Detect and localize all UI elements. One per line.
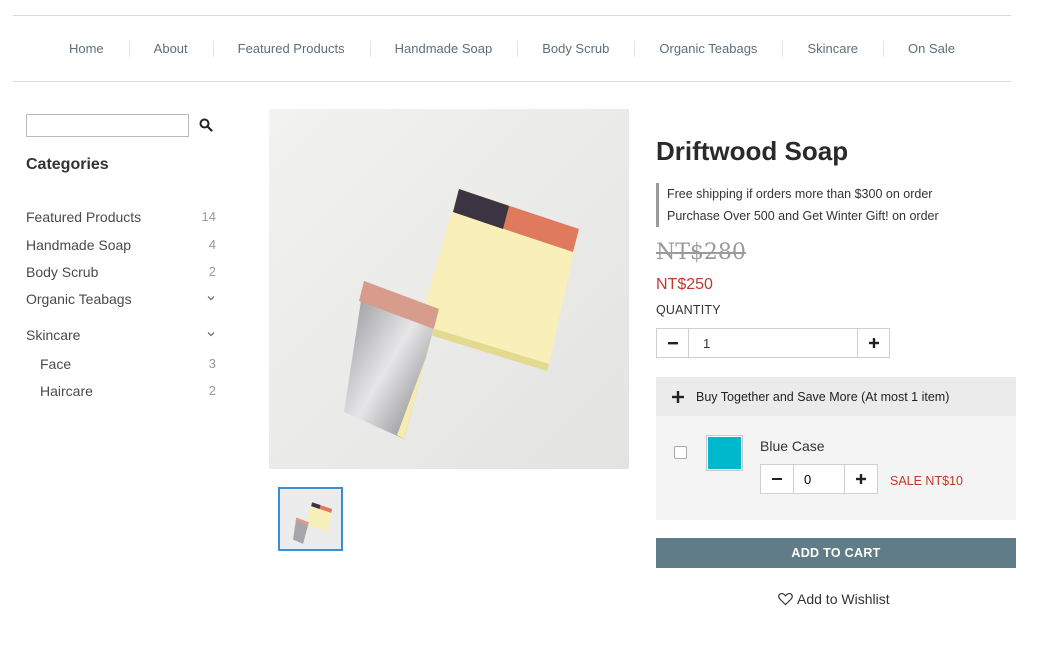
bundle-item-name: Blue Case xyxy=(760,438,825,454)
category-face[interactable]: Face 3 xyxy=(40,356,216,372)
quantity-stepper xyxy=(656,328,890,358)
original-price: NT$280 xyxy=(656,240,746,265)
nav-item-handmade-soap[interactable]: Handmade Soap xyxy=(369,41,518,57)
bundle-sale-price: SALE NT$10 xyxy=(890,474,963,488)
search-input[interactable] xyxy=(26,114,189,137)
category-label: Body Scrub xyxy=(26,264,99,280)
category-label: Featured Products xyxy=(26,209,142,225)
bundle-quantity-input[interactable] xyxy=(793,465,845,493)
category-count: 2 xyxy=(208,383,216,398)
nav-bottom-divider xyxy=(13,81,1011,82)
category-label: Face xyxy=(40,356,72,372)
plus-icon xyxy=(672,390,684,403)
wishlist-label: Add to Wishlist xyxy=(797,591,890,607)
plus-icon xyxy=(856,474,866,484)
category-body-scrub[interactable]: Body Scrub 2 xyxy=(26,264,216,280)
bundle-item-swatch xyxy=(706,435,743,471)
product-thumbnail[interactable] xyxy=(278,487,343,551)
promo-item: Purchase Over 500 and Get Winter Gift! o… xyxy=(667,209,939,223)
product-main-image[interactable] xyxy=(269,109,629,469)
nav-item-on-sale[interactable]: On Sale xyxy=(883,41,980,57)
category-count: 3 xyxy=(208,356,216,371)
search-icon[interactable] xyxy=(199,118,213,132)
category-label: Skincare xyxy=(26,327,81,343)
quantity-input[interactable] xyxy=(688,329,858,357)
minus-icon xyxy=(772,478,782,480)
bundle-item-checkbox[interactable] xyxy=(674,446,687,459)
nav-item-home[interactable]: Home xyxy=(44,41,129,56)
category-count: 14 xyxy=(201,209,216,224)
category-featured-products[interactable]: Featured Products 14 xyxy=(26,209,216,225)
category-label: Handmade Soap xyxy=(26,237,132,253)
bundle-quantity-stepper xyxy=(760,464,878,494)
nav-item-about[interactable]: About xyxy=(128,41,213,57)
minus-icon xyxy=(667,342,678,345)
category-count: 4 xyxy=(208,237,216,252)
add-to-wishlist-link[interactable]: Add to Wishlist xyxy=(778,591,890,607)
increase-quantity-button[interactable] xyxy=(858,329,889,357)
promo-list: Free shipping if orders more than $300 o… xyxy=(656,183,939,227)
product-title: Driftwood Soap xyxy=(656,136,849,166)
nav-item-featured-products[interactable]: Featured Products xyxy=(212,41,370,57)
category-organic-teabags[interactable]: Organic Teabags xyxy=(26,291,216,307)
heart-icon xyxy=(778,592,793,606)
main-nav: Home About Featured Products Handmade So… xyxy=(13,16,1011,81)
category-label: Organic Teabags xyxy=(26,291,132,307)
decrease-quantity-button[interactable] xyxy=(657,329,688,357)
category-haircare[interactable]: Haircare 2 xyxy=(40,383,216,399)
chevron-down-icon[interactable] xyxy=(206,329,216,339)
thumbnail-illustration xyxy=(280,489,341,549)
category-skincare[interactable]: Skincare xyxy=(26,327,216,343)
quantity-label: QUANTITY xyxy=(656,303,721,317)
bundle-increase-button[interactable] xyxy=(845,465,877,493)
add-to-cart-button[interactable]: ADD TO CART xyxy=(656,538,1016,568)
category-label: Haircare xyxy=(40,383,93,399)
plus-icon xyxy=(868,338,879,348)
nav-item-body-scrub[interactable]: Body Scrub xyxy=(517,41,634,57)
chevron-down-icon[interactable] xyxy=(206,293,216,303)
sale-price: NT$250 xyxy=(656,276,713,293)
category-handmade-soap[interactable]: Handmade Soap 4 xyxy=(26,237,216,253)
categories-heading: Categories xyxy=(26,156,109,173)
nav-item-skincare[interactable]: Skincare xyxy=(782,41,883,57)
promo-item: Free shipping if orders more than $300 o… xyxy=(667,187,933,201)
bundle-header-label: Buy Together and Save More (At most 1 it… xyxy=(696,389,950,404)
bundle-header[interactable]: Buy Together and Save More (At most 1 it… xyxy=(656,377,1016,416)
swatch-color xyxy=(708,437,741,469)
soap-illustration xyxy=(269,109,629,469)
nav-item-organic-teabags[interactable]: Organic Teabags xyxy=(634,41,782,57)
category-count: 2 xyxy=(208,264,216,279)
bundle-decrease-button[interactable] xyxy=(761,465,793,493)
